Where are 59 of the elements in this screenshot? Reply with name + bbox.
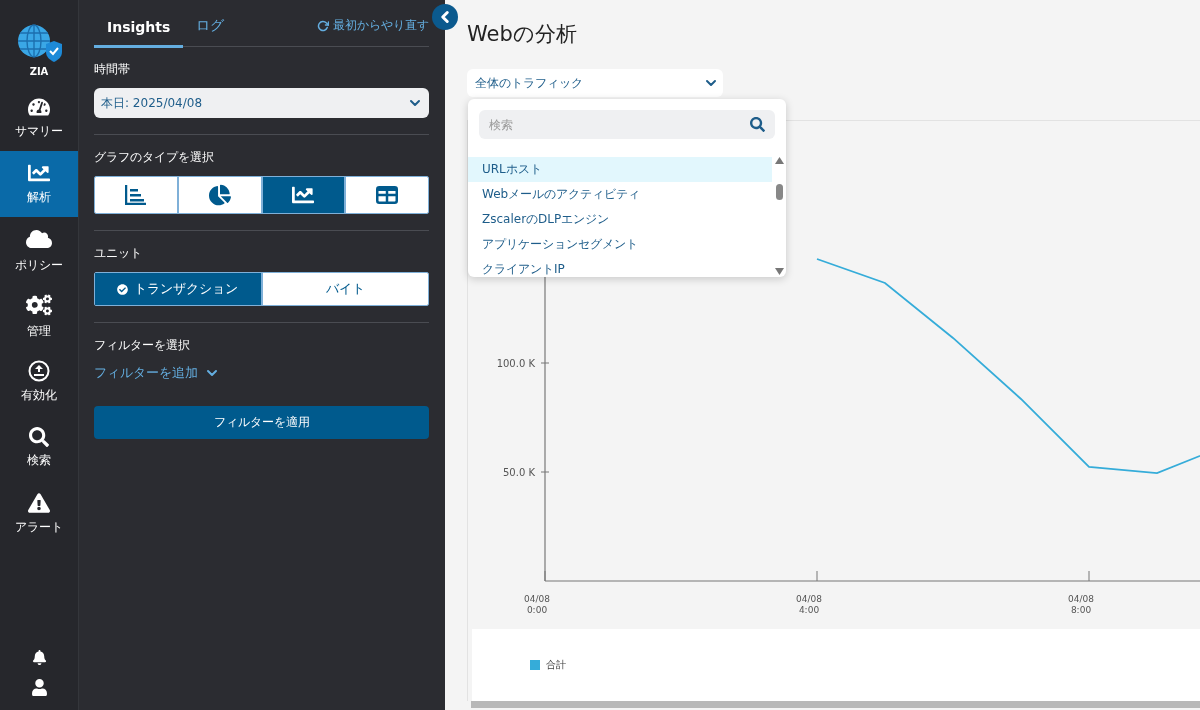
nav-item[interactable]: サマリー xyxy=(0,85,78,151)
refresh-icon xyxy=(317,19,329,32)
warning-icon xyxy=(28,492,50,514)
gauge-icon xyxy=(28,96,50,118)
section-label: ユニット xyxy=(94,245,143,262)
nav-item[interactable]: 有効化 xyxy=(0,349,78,415)
nav-item[interactable]: 検索 xyxy=(0,415,78,481)
reset-link[interactable]: 最初からやり直す xyxy=(317,17,429,34)
y-tick-label: 100.0 K xyxy=(496,358,535,369)
line-chart-icon xyxy=(292,184,315,206)
user-icon[interactable] xyxy=(30,679,48,696)
scroll-up-icon xyxy=(775,157,784,164)
traffic-select[interactable]: 全体のトラフィック xyxy=(467,69,723,97)
bar-chart-icon xyxy=(124,185,147,205)
search-field[interactable]: 検索 xyxy=(479,110,775,139)
dropdown-option[interactable]: アプリケーションセグメント xyxy=(468,232,772,257)
nav-item[interactable]: 管理 xyxy=(0,283,78,349)
chart-type-button[interactable] xyxy=(260,177,345,213)
x-tick-label: 04/08 0:00 xyxy=(524,594,550,615)
add-filter-link[interactable]: フィルターを追加 xyxy=(94,364,429,382)
collapse-button[interactable] xyxy=(432,4,458,30)
tab[interactable]: ログ xyxy=(183,17,238,48)
x-tick-label: 04/08 8:00 xyxy=(1068,594,1094,615)
section-label: フィルターを選択 xyxy=(94,337,191,354)
search-input[interactable]: 検索 xyxy=(487,116,687,133)
dropdown-option[interactable]: クライアントIP xyxy=(468,257,772,277)
dropdown-option[interactable]: Webメールのアクティビティ xyxy=(468,182,772,207)
chart-type-button[interactable] xyxy=(95,177,177,213)
line-chart-icon xyxy=(28,162,50,184)
nav-item[interactable]: アラート xyxy=(0,481,78,547)
legend-label: 合計 xyxy=(546,658,566,672)
unit-button[interactable]: トランザクション xyxy=(95,273,261,305)
pie-chart-icon xyxy=(208,184,231,206)
chart-type-button[interactable] xyxy=(176,177,261,213)
logo-label: ZIA xyxy=(29,66,49,77)
section-label: 時間帯 xyxy=(94,61,131,78)
nav-item[interactable]: ポリシー xyxy=(0,217,78,283)
chart-type-button[interactable] xyxy=(344,177,428,213)
page-title: Webの分析 xyxy=(467,21,578,48)
section-label: グラフのタイプを選択 xyxy=(94,149,215,166)
tab[interactable]: Insights xyxy=(94,19,184,48)
gears-icon xyxy=(26,292,52,318)
x-tick-label: 04/08 4:00 xyxy=(796,594,822,615)
time-range-select[interactable]: 本日: 2025/04/08 xyxy=(94,88,429,118)
globe-shield-logo xyxy=(16,22,62,64)
y-tick-label: 50.0 K xyxy=(503,467,535,478)
search-icon xyxy=(750,117,765,132)
table-icon xyxy=(376,186,399,204)
dropdown-option[interactable]: URLホスト xyxy=(468,157,772,182)
scrollbar[interactable] xyxy=(471,701,1200,708)
apply-filter-button[interactable]: フィルターを適用 xyxy=(94,406,429,439)
unit-button[interactable]: バイト xyxy=(260,273,428,305)
upload-circle-icon xyxy=(28,360,50,382)
dropdown-option[interactable]: ZscalerのDLPエンジン xyxy=(468,207,772,232)
nav-item[interactable]: 解析 xyxy=(0,151,78,217)
search-icon xyxy=(29,427,49,447)
scroll-down-icon xyxy=(775,268,784,275)
bell-icon[interactable] xyxy=(31,650,47,665)
scroll-thumb[interactable] xyxy=(776,184,783,200)
